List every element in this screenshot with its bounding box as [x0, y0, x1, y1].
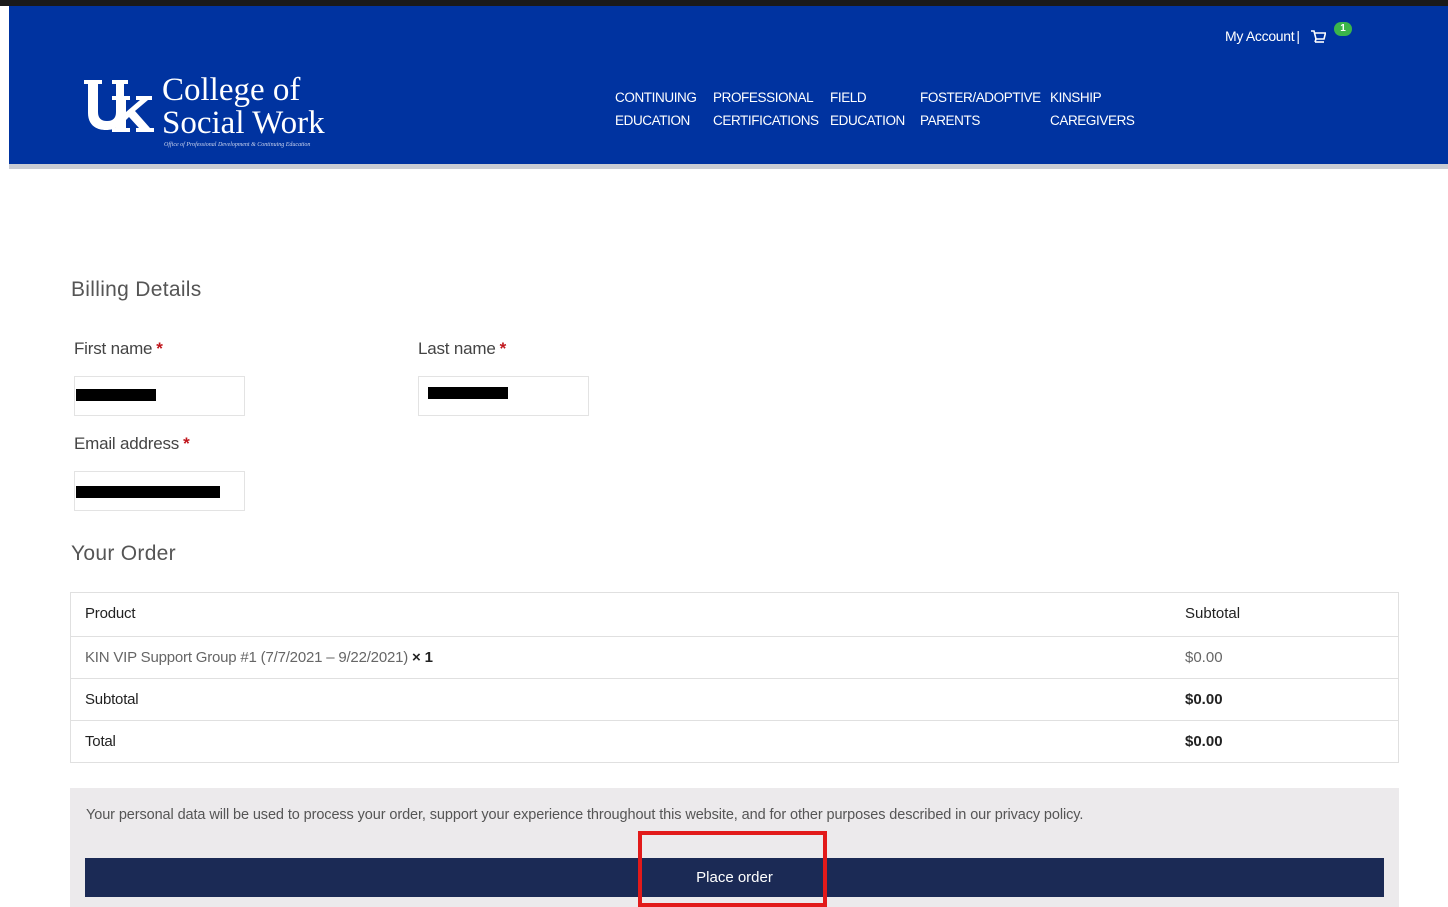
header-shadow	[9, 164, 1448, 169]
redaction-bar	[76, 389, 156, 401]
nav-continuing-education[interactable]: CONTINUING EDUCATION	[615, 86, 697, 132]
nav-foster-adoptive-parents[interactable]: FOSTER/ADOPTIVE PARENTS	[920, 86, 1041, 132]
order-item-price: $0.00	[1185, 649, 1223, 666]
order-item-cell: KIN VIP Support Group #1 (7/7/2021 – 9/2…	[85, 649, 433, 666]
nav-label-line2: CAREGIVERS	[1050, 113, 1135, 128]
nav-field-education[interactable]: FIELD EDUCATION	[830, 86, 905, 132]
subtotal-column-header: Subtotal	[1185, 605, 1241, 622]
order-item-name: KIN VIP Support Group #1 (7/7/2021 – 9/2…	[85, 649, 409, 666]
account-link-group: My Account |	[1225, 28, 1302, 44]
your-order-heading: Your Order	[71, 542, 176, 565]
required-marker: *	[183, 434, 190, 453]
cart-icon[interactable]	[1310, 30, 1326, 44]
nav-label-line1: KINSHIP	[1050, 90, 1102, 105]
logo-text-line1: College of	[162, 72, 301, 108]
nav-label-line1: FIELD	[830, 90, 867, 105]
logo-text-line2: Social Work	[162, 105, 325, 141]
required-marker: *	[499, 339, 507, 358]
order-table-header: Product Subtotal	[71, 593, 1398, 636]
table-row: KIN VIP Support Group #1 (7/7/2021 – 9/2…	[71, 636, 1398, 678]
total-label: Total	[85, 733, 116, 750]
subtotal-value: $0.00	[1185, 691, 1223, 708]
payment-section: Your personal data will be used to proce…	[70, 788, 1399, 907]
email-label-text: Email address	[74, 434, 180, 453]
product-column-header: Product	[85, 605, 136, 622]
first-name-label-text: First name	[74, 339, 153, 358]
nav-professional-certifications[interactable]: PROFESSIONAL CERTIFICATIONS	[713, 86, 819, 132]
nav-label-line2: CERTIFICATIONS	[713, 113, 819, 128]
redaction-bar	[76, 486, 220, 498]
college-logo[interactable]: College of Social Work Office of Profess…	[82, 74, 342, 154]
nav-label-line1: PROFESSIONAL	[713, 90, 814, 105]
total-row: Total $0.00	[71, 720, 1398, 762]
privacy-notice: Your personal data will be used to proce…	[86, 807, 1084, 823]
nav-kinship-caregivers[interactable]: KINSHIP CAREGIVERS	[1050, 86, 1135, 132]
required-marker: *	[156, 339, 163, 358]
first-name-label: First name *	[74, 339, 163, 359]
uk-logo-icon	[84, 80, 154, 132]
order-item-qty: × 1	[412, 649, 433, 666]
nav-label-line1: FOSTER/ADOPTIVE	[920, 90, 1041, 105]
place-order-button[interactable]: Place order	[85, 858, 1384, 897]
nav-label-line2: EDUCATION	[830, 113, 905, 128]
logo-tagline: Office of Professional Development & Con…	[164, 142, 311, 148]
account-separator: |	[1296, 28, 1300, 44]
last-name-label: Last name *	[418, 339, 506, 359]
email-label: Email address *	[74, 434, 190, 454]
nav-label-line1: CONTINUING	[615, 90, 697, 105]
last-name-label-text: Last name	[418, 339, 496, 358]
nav-label-line2: PARENTS	[920, 113, 980, 128]
nav-label-line2: EDUCATION	[615, 113, 690, 128]
subtotal-row: Subtotal $0.00	[71, 678, 1398, 720]
my-account-link[interactable]: My Account	[1225, 28, 1295, 44]
subtotal-label: Subtotal	[85, 691, 139, 708]
redaction-bar	[428, 387, 508, 399]
billing-details-heading: Billing Details	[71, 278, 202, 301]
cart-count-badge: 1	[1334, 22, 1352, 36]
order-table: Product Subtotal KIN VIP Support Group #…	[70, 592, 1399, 763]
total-value: $0.00	[1185, 733, 1223, 750]
